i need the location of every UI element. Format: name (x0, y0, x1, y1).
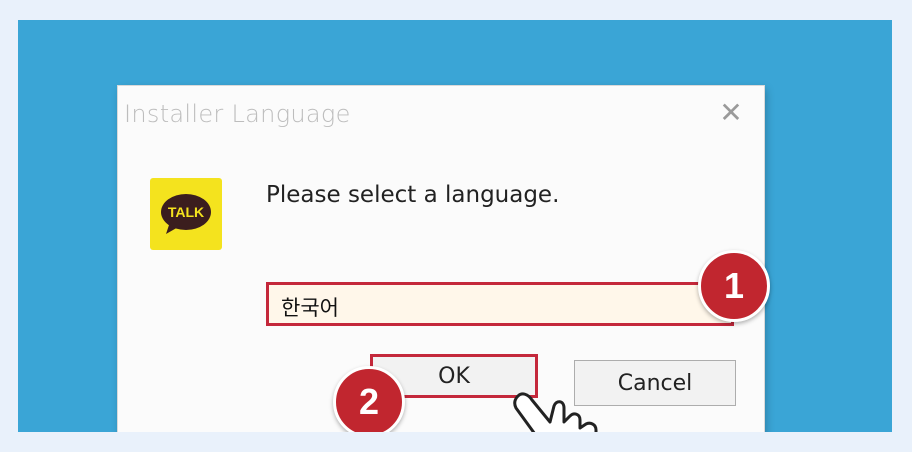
language-select[interactable]: 한국어 (266, 282, 734, 326)
language-select-value: 한국어 (281, 296, 339, 320)
language-prompt: Please select a language. (266, 182, 560, 208)
dialog-title: Installer Language (124, 100, 351, 128)
kakaotalk-logo: TALK (150, 178, 222, 250)
hand-pointer-icon (513, 392, 598, 432)
step-1-badge: 1 (698, 250, 770, 322)
close-icon[interactable]: ✕ (718, 99, 744, 127)
installer-language-dialog: Installer Language ✕ TALK Please select … (118, 86, 764, 432)
logo-text: TALK (168, 204, 204, 220)
desktop-background: Installer Language ✕ TALK Please select … (18, 20, 892, 432)
step-2-badge: 2 (333, 366, 405, 432)
